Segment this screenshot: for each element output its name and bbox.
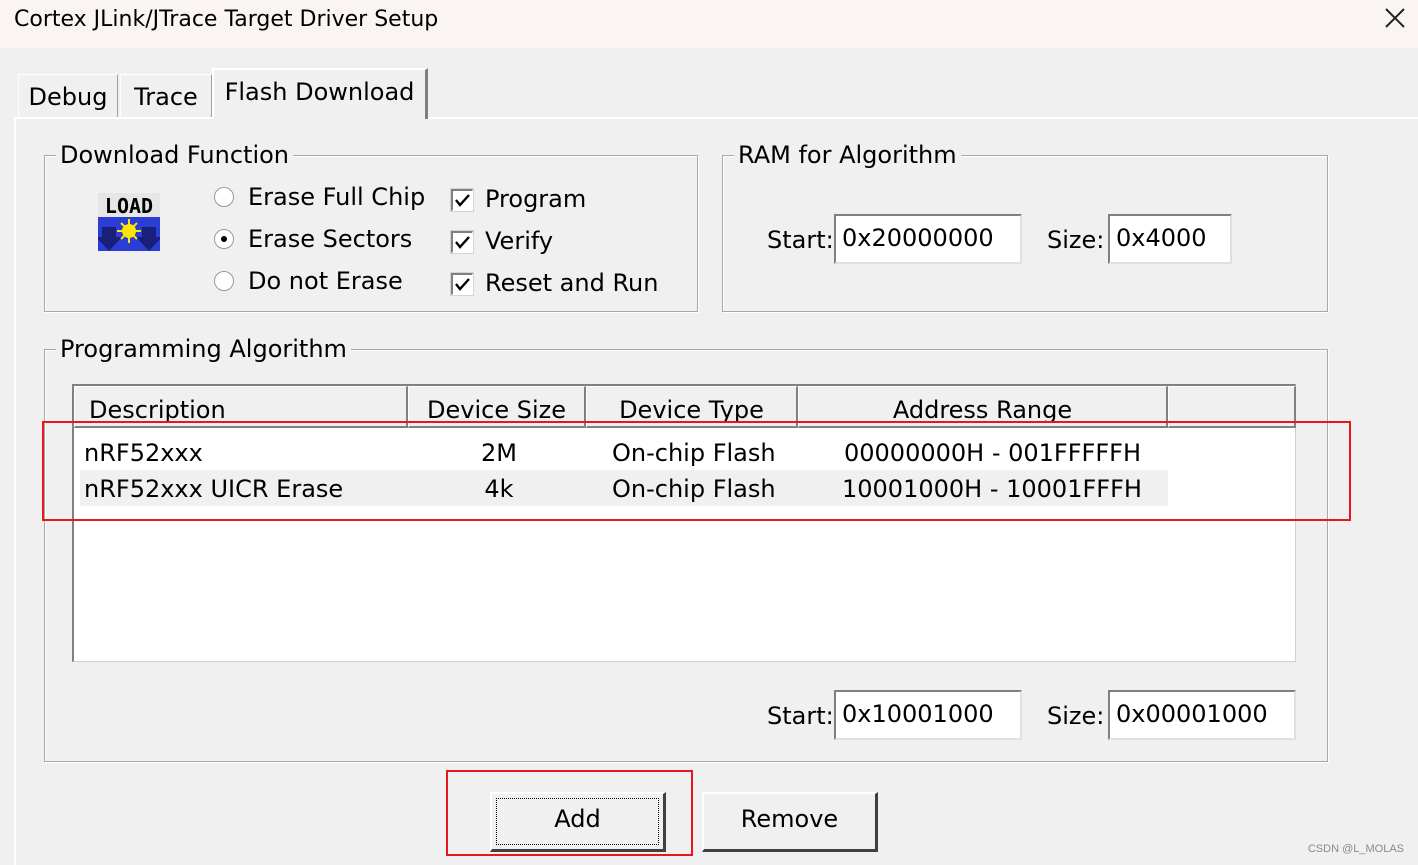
tab-debug[interactable]: Debug <box>18 74 118 118</box>
algo-start-input[interactable]: 0x10001000 <box>834 690 1022 740</box>
watermark: CSDN @L_MOLAS <box>1307 843 1404 855</box>
ram-for-algorithm-legend: RAM for Algorithm <box>734 141 961 169</box>
checkmark-icon <box>455 236 470 249</box>
download-function-legend: Download Function <box>56 141 294 169</box>
title-bar: Cortex JLink/JTrace Target Driver Setup <box>0 0 1418 48</box>
highlight-add-button <box>446 770 693 856</box>
window-title: Cortex JLink/JTrace Target Driver Setup <box>14 7 439 32</box>
checkbox-verify[interactable] <box>451 231 473 253</box>
checkbox-reset-and-run-label[interactable]: Reset and Run <box>485 269 658 297</box>
checkbox-program-label[interactable]: Program <box>485 185 586 213</box>
algo-size-label: Size: <box>1047 702 1105 730</box>
column-header-address-range-label: Address Range <box>892 396 1073 424</box>
load-icon-text: LOAD <box>105 194 153 218</box>
tab-flash-download[interactable]: Flash Download <box>212 68 428 119</box>
ram-start-label: Start: <box>767 226 834 254</box>
algo-start-label: Start: <box>767 702 834 730</box>
column-header-device-size-label: Device Size <box>427 396 566 424</box>
ram-size-label: Size: <box>1047 226 1105 254</box>
ram-size-input[interactable]: 0x4000 <box>1108 214 1232 264</box>
checkbox-reset-and-run[interactable] <box>451 273 473 295</box>
remove-button-label: Remove <box>740 805 839 833</box>
remove-button[interactable]: Remove <box>702 792 878 852</box>
tab-flash-download-label: Flash Download <box>224 78 415 106</box>
column-header-description-label: Description <box>89 396 226 424</box>
checkmark-icon <box>455 278 470 291</box>
algo-size-input[interactable]: 0x00001000 <box>1108 690 1296 740</box>
radio-erase-sectors[interactable] <box>214 229 234 249</box>
load-icon: LOAD <box>96 193 162 257</box>
highlight-algorithm-rows <box>42 421 1351 521</box>
ram-start-input[interactable]: 0x20000000 <box>834 214 1022 264</box>
radio-do-not-erase[interactable] <box>214 271 234 291</box>
programming-algorithm-legend: Programming Algorithm <box>56 335 351 363</box>
radio-erase-full-chip-label[interactable]: Erase Full Chip <box>248 183 425 211</box>
checkbox-program[interactable] <box>451 189 473 211</box>
column-header-device-type-label: Device Type <box>619 396 764 424</box>
tab-trace[interactable]: Trace <box>120 74 212 118</box>
checkbox-verify-label[interactable]: Verify <box>485 227 553 255</box>
tab-trace-label: Trace <box>134 83 198 111</box>
radio-erase-full-chip[interactable] <box>214 187 234 207</box>
close-icon[interactable] <box>1380 3 1410 33</box>
checkmark-icon <box>455 194 470 207</box>
radio-erase-sectors-label[interactable]: Erase Sectors <box>248 225 412 253</box>
radio-do-not-erase-label[interactable]: Do not Erase <box>248 267 403 295</box>
tab-debug-label: Debug <box>28 83 108 111</box>
